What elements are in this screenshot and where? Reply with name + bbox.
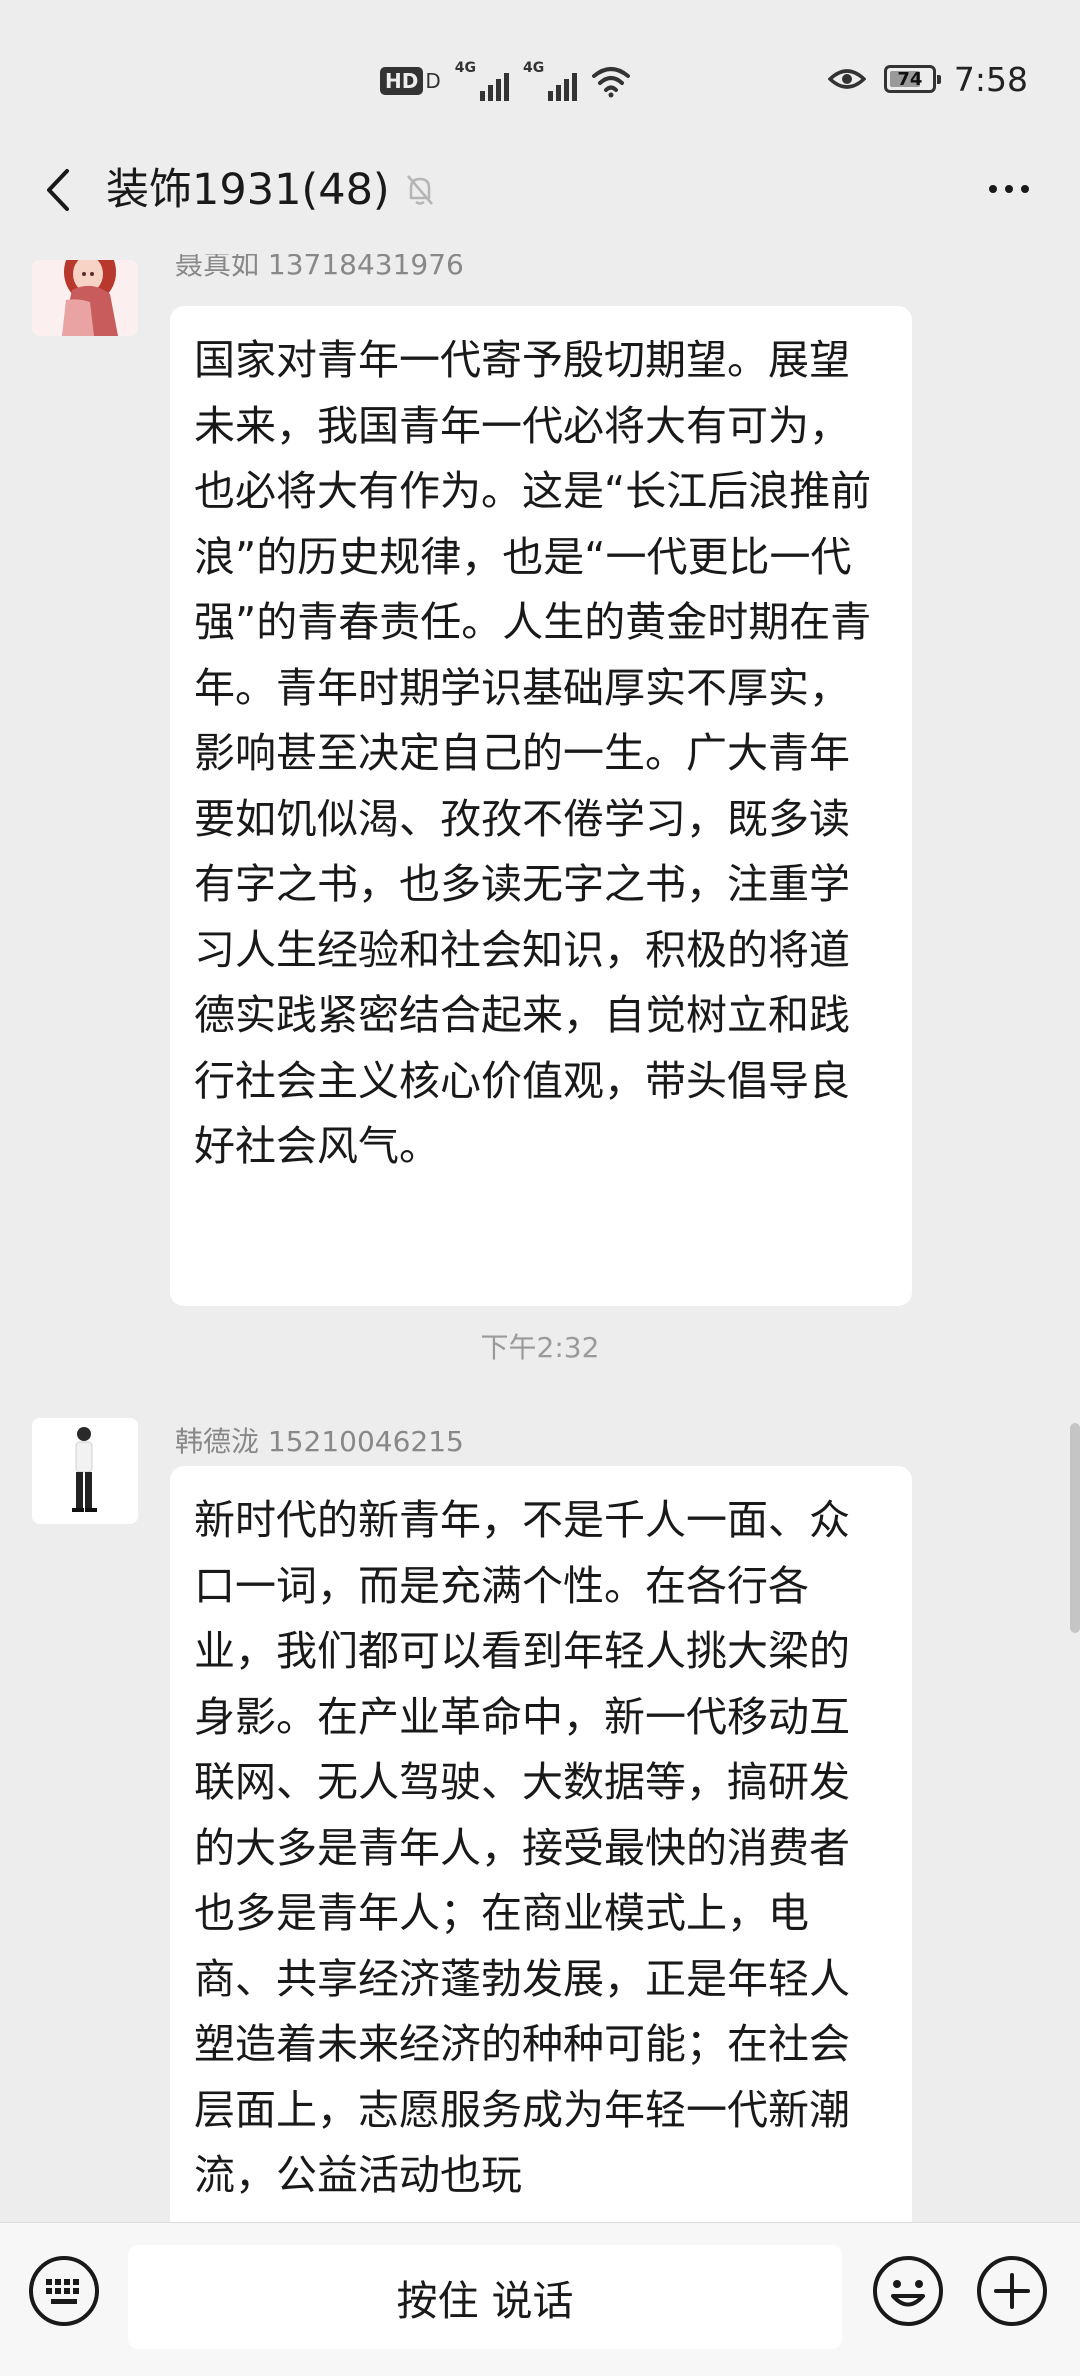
- status-indicators: HD D 4G 4G: [380, 58, 631, 104]
- voice-keyboard-toggle[interactable]: [24, 2251, 104, 2331]
- chat-header: 装饰1931(48): [0, 150, 1080, 230]
- avatar[interactable]: [32, 1418, 138, 1524]
- avatar[interactable]: [32, 260, 138, 336]
- eye-icon: [827, 69, 866, 89]
- hd-sub: D: [425, 69, 441, 93]
- scrollbar[interactable]: [1070, 1423, 1080, 1633]
- back-button[interactable]: [28, 160, 88, 220]
- sender-name: 聂真如 13718431976: [175, 254, 464, 281]
- keyboard-icon: [29, 2256, 99, 2326]
- chevron-left-icon: [47, 169, 69, 211]
- battery-icon: 74: [883, 65, 941, 93]
- message-bubble[interactable]: 国家对青年一代寄予殷切期望。展望未来，我国青年一代必将大有可为，也必将大有作为。…: [170, 306, 912, 1306]
- more-button[interactable]: [974, 164, 1044, 214]
- battery-level: 74: [897, 68, 923, 90]
- message-bubble[interactable]: 新时代的新青年，不是千人一面、众口一词，而是充满个性。在各行各业，我们都可以看到…: [170, 1466, 912, 2222]
- signal-icon: 4G: [455, 61, 509, 101]
- chat-message-list[interactable]: 聂真如 13718431976 国家对青年一代寄予殷切期望。展望未来，我国青年一…: [0, 230, 1080, 2222]
- bell-off-icon: [407, 175, 433, 205]
- network-type: 4G: [454, 60, 476, 76]
- hold-to-talk-button[interactable]: 按住 说话: [128, 2245, 842, 2349]
- plus-icon: [977, 2256, 1047, 2326]
- status-bar: HD D 4G 4G 74 7:58: [0, 0, 1080, 160]
- more-functions-button[interactable]: [972, 2251, 1052, 2331]
- status-right: 74 7:58: [827, 56, 1028, 102]
- signal-icon: 4G: [522, 60, 578, 101]
- hd-badge: HD: [380, 67, 424, 95]
- sender-name: 韩德泷 15210046215: [175, 1425, 464, 1458]
- emoji-icon: [873, 2256, 943, 2326]
- chat-title: 装饰1931(48): [106, 165, 390, 215]
- message-timestamp: 下午2:32: [480, 1331, 600, 1364]
- clock: 7:58: [953, 59, 1028, 99]
- emoji-button[interactable]: [868, 2251, 948, 2331]
- input-bar: 按住 说话: [0, 2222, 1080, 2376]
- more-dots-icon: [989, 185, 997, 193]
- wifi-icon: [592, 67, 631, 98]
- network-type: 4G: [522, 60, 545, 76]
- hd-indicator: HD D: [380, 67, 441, 95]
